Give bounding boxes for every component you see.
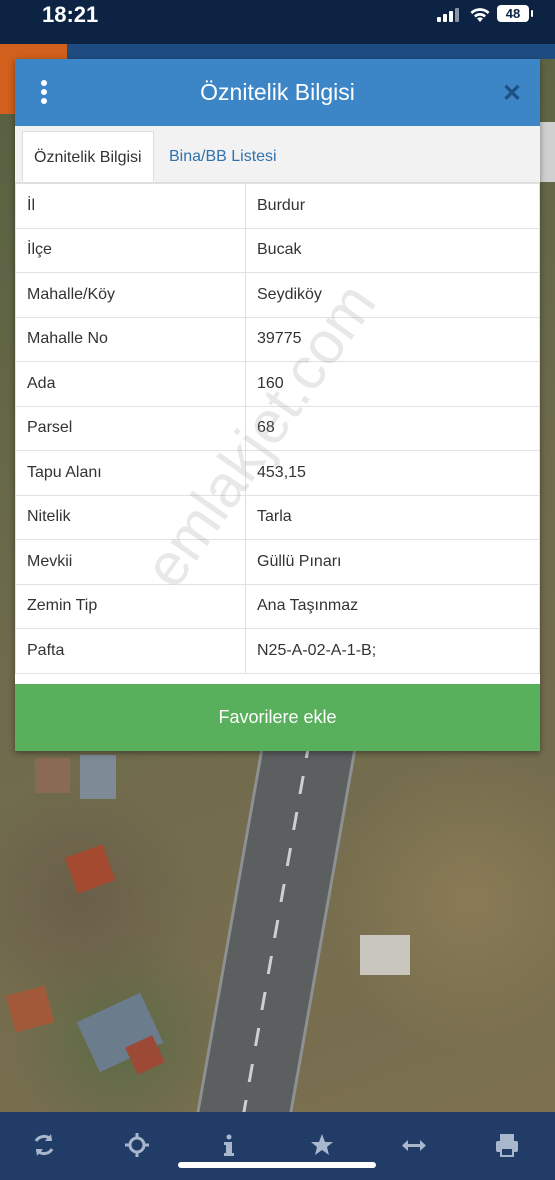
table-row: Ada 160 [15,361,540,407]
wifi-icon [470,8,490,22]
close-icon[interactable]: ✕ [502,79,522,108]
attribute-table: İl Burdur İlçe Bucak Mahalle/Köy Seydikö… [15,183,540,674]
info-icon[interactable] [214,1130,244,1160]
attr-key: İl [15,183,246,229]
dialog-tabs: Öznitelik Bilgisi Bina/BB Listesi [15,126,540,183]
status-bar: 18:21 48 [0,0,555,44]
attr-value: 39775 [245,316,540,362]
locate-icon[interactable] [122,1130,152,1160]
map-road [187,740,359,1160]
home-indicator[interactable] [178,1162,376,1168]
print-icon[interactable] [492,1130,522,1160]
map-building [64,844,116,894]
attr-key: Mevkii [15,539,246,585]
attr-key: Nitelik [15,494,246,540]
attr-key: Pafta [15,628,246,674]
map-building [360,935,410,975]
attr-value: N25-A-02-A-1-B; [245,628,540,674]
refresh-icon[interactable] [29,1130,59,1160]
table-row: Mahalle/Köy Seydiköy [15,272,540,318]
attribute-dialog: Öznitelik Bilgisi ✕ Öznitelik Bilgisi Bi… [15,59,540,751]
cell-signal-icon [437,8,461,22]
map-building [35,758,70,793]
dialog-header: Öznitelik Bilgisi ✕ [15,59,540,126]
table-row: Parsel 68 [15,405,540,451]
table-row: Mahalle No 39775 [15,316,540,362]
table-row: Nitelik Tarla [15,494,540,540]
attr-value: Ana Taşınmaz [245,583,540,629]
bottom-toolbar [0,1112,555,1180]
table-row: İlçe Bucak [15,227,540,273]
attr-value: Tarla [245,494,540,540]
star-icon[interactable] [307,1130,337,1160]
attr-key: Mahalle No [15,316,246,362]
attr-key: Tapu Alanı [15,450,246,496]
table-row: Pafta N25-A-02-A-1-B; [15,628,540,674]
tab-building-list[interactable]: Bina/BB Listesi [158,131,288,182]
table-row: Mevkii Güllü Pınarı [15,539,540,585]
dialog-title: Öznitelik Bilgisi [200,79,355,105]
battery-icon: 48 [497,5,533,22]
attr-value: Bucak [245,227,540,273]
attr-key: Parsel [15,405,246,451]
table-row: Tapu Alanı 453,15 [15,450,540,496]
attr-value: 453,15 [245,450,540,496]
battery-level: 48 [505,6,521,21]
attr-key: Zemin Tip [15,583,246,629]
attr-key: Ada [15,361,246,407]
attr-key: Mahalle/Köy [15,272,246,318]
map-building [80,755,116,799]
status-time: 18:21 [42,2,99,27]
table-row: İl Burdur [15,183,540,229]
map-building [5,985,55,1033]
attr-value: 160 [245,361,540,407]
measure-icon[interactable] [399,1130,429,1160]
attr-value: Burdur [245,183,540,229]
attr-key: İlçe [15,227,246,273]
attr-value: Güllü Pınarı [245,539,540,585]
attr-value: 68 [245,405,540,451]
app-header-strip [0,44,555,59]
scroll-indicator[interactable] [540,122,555,182]
attr-value: Seydiköy [245,272,540,318]
table-row: Zemin Tip Ana Taşınmaz [15,583,540,629]
tab-attribute-info[interactable]: Öznitelik Bilgisi [22,131,154,182]
add-favorites-button[interactable]: Favorilere ekle [15,684,540,751]
